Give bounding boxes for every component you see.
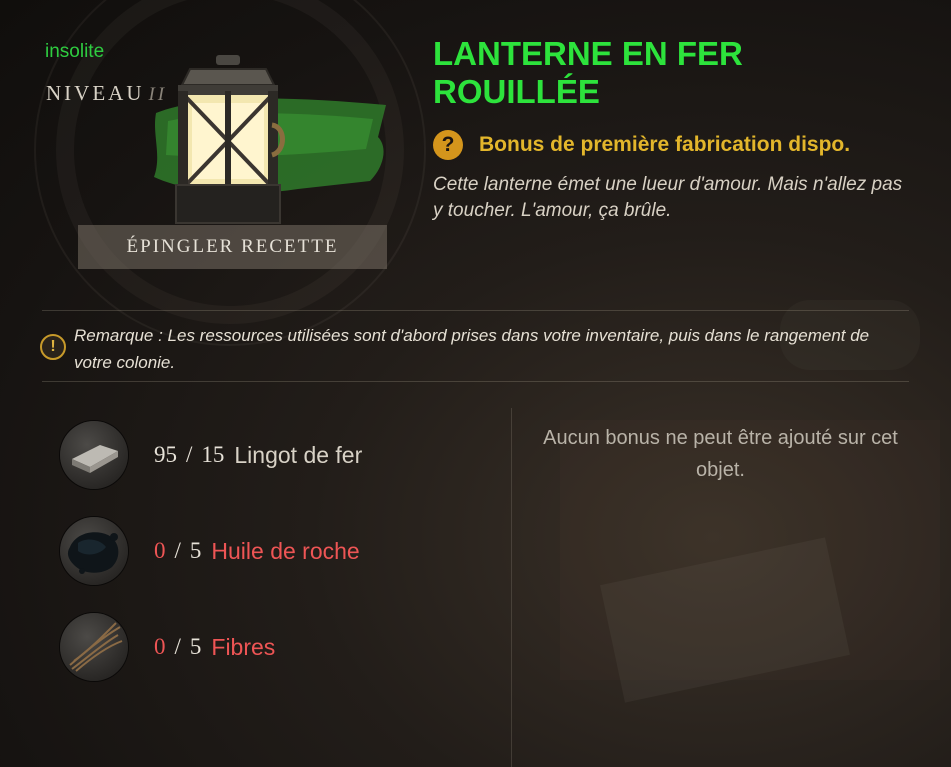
resource-row[interactable]: 95/15 Lingot de fer [60,421,362,489]
item-description: Cette lanterne émet une lueur d'amour. M… [433,174,903,221]
question-icon[interactable]: ? [433,130,463,160]
bottom-divider [42,381,909,382]
resource-count: 0/5 [154,634,202,659]
resource-count: 95/15 [154,442,225,467]
vertical-divider [511,408,512,767]
pin-recipe-button[interactable]: ÉPINGLER RECETTE [78,225,387,269]
resource-name: Huile de roche [211,537,360,564]
warning-icon: ! [40,334,66,360]
first-craft-bonus: ? Bonus de première fabrication dispo. [433,130,850,160]
item-title: LANTERNE EN FER ROUILLÉE [433,35,743,110]
iron-ingot-icon [60,421,128,489]
resource-name: Fibres [211,633,276,660]
resource-row[interactable]: 0/5 Fibres [60,613,275,681]
rarity-label: insolite [45,41,105,62]
top-divider [42,310,909,311]
resource-count: 0/5 [154,538,202,563]
remark-text: Remarque : Les ressources utilisées sont… [74,326,870,372]
resource-name: Lingot de fer [234,441,363,468]
no-bonus-message: Aucun bonus ne peut être ajouté sur cet … [543,427,898,481]
resource-row[interactable]: 0/5 Huile de roche [60,517,360,585]
fibers-icon [60,613,128,681]
lantern-item-image [175,55,285,224]
level-label: NIVEAU [46,81,145,105]
bonus-text: Bonus de première fabrication dispo. [479,133,851,156]
rock-oil-icon [60,517,128,585]
